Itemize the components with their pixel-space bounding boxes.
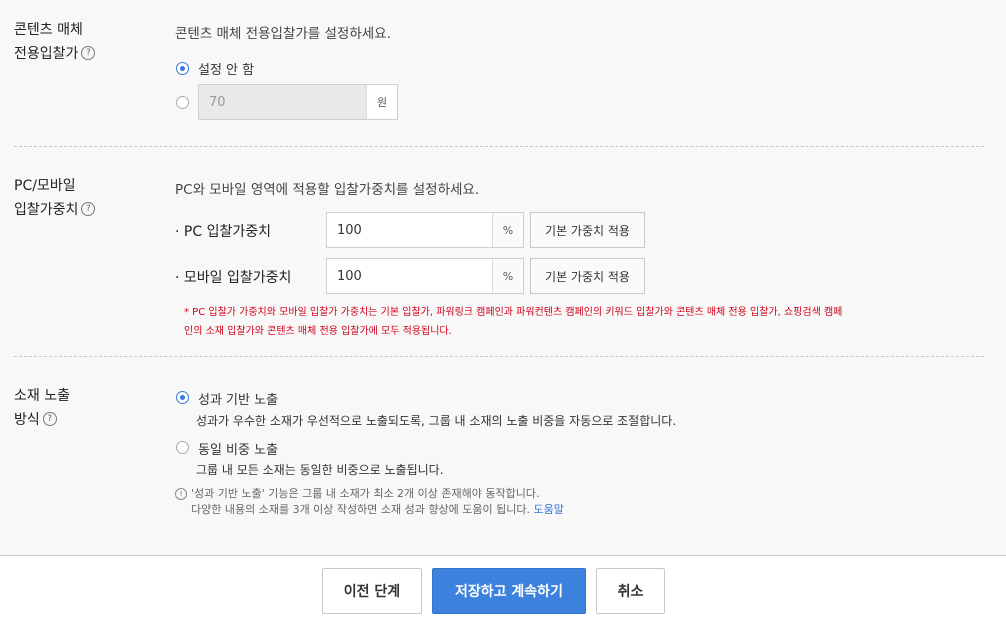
radio-no-setting-label[interactable]: 설정 안 함 xyxy=(198,59,254,78)
pc-weight-label: · PC 입찰가중치 xyxy=(175,224,271,240)
content-bid-description: 콘텐츠 매체 전용입찰가를 설정하세요. xyxy=(175,26,391,42)
exposure-title-line1: 소재 노출 xyxy=(14,388,70,404)
radio-custom-amount[interactable] xyxy=(176,96,189,109)
exposure-info-line1-wrap: ! '성과 기반 노출' 기능은 그룹 내 소재가 최소 2개 이상 존재해야 동… xyxy=(175,486,564,502)
weight-note-line1: * PC 입찰가 가중치와 모바일 입찰가 가중치는 기본 입찰가, 파워링크 … xyxy=(184,307,843,318)
mobile-weight-unit: % xyxy=(492,259,523,293)
mobile-weight-input[interactable]: 100 % xyxy=(326,258,524,294)
weight-note: * PC 입찰가 가중치와 모바일 입찰가 가중치는 기본 입찰가, 파워링크 … xyxy=(184,303,984,341)
help-icon[interactable]: ? xyxy=(42,412,57,426)
content-bid-title-line2: 전용입찰가 xyxy=(14,46,79,62)
pc-apply-default-button[interactable]: 기본 가중치 적용 xyxy=(530,212,645,248)
info-icon: ! xyxy=(175,488,187,500)
exposure-title: 소재 노출 방식? xyxy=(14,384,70,432)
exposure-info-line2: 다양한 내용의 소재를 3개 이상 작성하면 소재 성과 향상에 도움이 됩니다… xyxy=(191,503,530,516)
exposure-title-line2: 방식 xyxy=(14,412,40,428)
weight-title: PC/모바일 입찰가중치? xyxy=(14,174,96,222)
amount-value: 70 xyxy=(209,94,226,110)
equal-description: 그룹 내 모든 소재는 동일한 비중으로 노출됩니다. xyxy=(196,463,444,477)
cancel-button[interactable]: 취소 xyxy=(596,568,665,614)
mobile-weight-label: · 모바일 입찰가중치 xyxy=(175,270,292,286)
performance-description: 성과가 우수한 소재가 우선적으로 노출되도록, 그룹 내 소재의 노출 비중을… xyxy=(196,414,677,428)
pc-weight-input[interactable]: 100 % xyxy=(326,212,524,248)
weight-title-line2-wrap: 입찰가중치? xyxy=(14,198,96,222)
help-icon[interactable]: ? xyxy=(81,46,96,60)
radio-equal-label[interactable]: 동일 비중 노출 xyxy=(198,439,278,458)
pc-weight-value: 100 xyxy=(337,222,362,238)
exposure-info-line1: '성과 기반 노출' 기능은 그룹 내 소재가 최소 2개 이상 존재해야 동작… xyxy=(191,487,540,500)
prev-step-button[interactable]: 이전 단계 xyxy=(322,568,422,614)
weight-description: PC와 모바일 영역에 적용할 입찰가중치를 설정하세요. xyxy=(175,182,480,198)
section-divider-2 xyxy=(14,356,984,357)
exposure-title-line2-wrap: 방식? xyxy=(14,408,70,432)
content-bid-title: 콘텐츠 매체 전용입찰가? xyxy=(14,18,96,66)
help-link[interactable]: 도움말 xyxy=(533,503,563,516)
exposure-info-note: ! '성과 기반 노출' 기능은 그룹 내 소재가 최소 2개 이상 존재해야 동… xyxy=(175,486,564,518)
mobile-weight-value: 100 xyxy=(337,268,362,284)
radio-performance-label[interactable]: 성과 기반 노출 xyxy=(198,389,278,408)
radio-equal[interactable] xyxy=(176,441,189,454)
radio-performance[interactable] xyxy=(176,391,189,404)
weight-title-line1: PC/모바일 xyxy=(14,178,76,194)
save-continue-button[interactable]: 저장하고 계속하기 xyxy=(432,568,586,614)
pc-weight-unit: % xyxy=(492,213,523,247)
content-bid-title-line1: 콘텐츠 매체 xyxy=(14,22,83,38)
weight-title-line2: 입찰가중치 xyxy=(14,202,79,218)
weight-note-line2: 인의 소재 입찰가와 콘텐츠 매체 전용 입찰가에 모두 적용됩니다. xyxy=(184,326,452,337)
amount-input[interactable]: 70 원 xyxy=(198,84,398,120)
content-bid-title-line2-wrap: 전용입찰가? xyxy=(14,42,96,66)
footer-bar: 이전 단계 저장하고 계속하기 취소 xyxy=(0,555,1006,621)
radio-no-setting[interactable] xyxy=(176,62,189,75)
help-icon[interactable]: ? xyxy=(81,202,96,216)
mobile-apply-default-button[interactable]: 기본 가중치 적용 xyxy=(530,258,645,294)
amount-unit: 원 xyxy=(366,85,397,119)
section-divider-1 xyxy=(14,146,984,147)
exposure-info-line2-wrap: 다양한 내용의 소재를 3개 이상 작성하면 소재 성과 향상에 도움이 됩니다… xyxy=(175,502,564,518)
